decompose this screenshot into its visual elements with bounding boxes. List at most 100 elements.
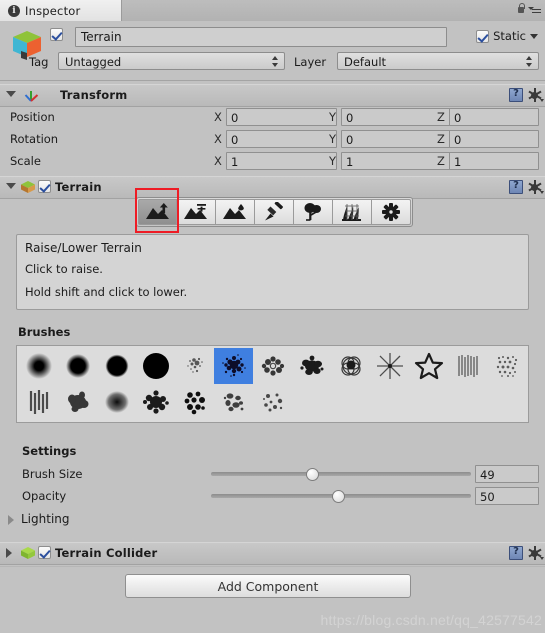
- sparse-dot-brush-icon: [262, 393, 282, 412]
- gear-icon: [382, 203, 400, 221]
- lighting-foldout-row[interactable]: Lighting: [0, 510, 545, 530]
- selected-tool-highlight: [135, 188, 179, 233]
- tab-inspector-label: Inspector: [25, 3, 81, 18]
- transform-header[interactable]: Transform: [0, 84, 545, 107]
- transform-title: Transform: [60, 88, 128, 102]
- splatter-cluster-brush[interactable]: [292, 348, 331, 384]
- terrain-settings-tool[interactable]: [372, 199, 411, 225]
- rotation-z-axis-label: Z: [437, 132, 445, 146]
- terrain-collider-header-actions: [509, 546, 544, 560]
- scale-y-field[interactable]: 1: [341, 152, 452, 170]
- terrain-enabled-checkbox[interactable]: [38, 180, 51, 193]
- sparse-dot-brush[interactable]: [253, 384, 292, 420]
- transform-foldout-icon[interactable]: [6, 91, 16, 97]
- medium-falloff-brush[interactable]: [58, 348, 97, 384]
- help-book-icon[interactable]: [509, 180, 523, 194]
- star-burst-brush[interactable]: [370, 348, 409, 384]
- soft-smudge-brush-icon: [104, 391, 129, 413]
- static-dropdown-icon[interactable]: [530, 33, 538, 39]
- rotation-label: Rotation: [10, 132, 59, 146]
- paint-height-tool[interactable]: [177, 199, 216, 225]
- opacity-row: Opacity 50: [0, 486, 545, 508]
- tag-dropdown-arrows-icon: [272, 56, 279, 68]
- drip-streak-brush[interactable]: [19, 384, 58, 420]
- dot-cluster-brush-icon: [184, 391, 205, 415]
- terrain-foldout-icon[interactable]: [6, 183, 16, 189]
- paint-texture-tool[interactable]: [255, 199, 294, 225]
- brush-row-1: [19, 348, 526, 384]
- gear-icon[interactable]: [527, 546, 544, 560]
- tag-label: Tag: [29, 55, 49, 69]
- terrain-header-actions: [509, 180, 544, 194]
- tool-description-line2: Hold shift and click to lower.: [25, 285, 188, 299]
- star-outline-brush[interactable]: [409, 348, 448, 384]
- position-z-field[interactable]: 0: [449, 108, 539, 126]
- scale-x-field[interactable]: 1: [226, 152, 337, 170]
- brush-size-slider-handle[interactable]: [306, 468, 319, 481]
- add-component-label: Add Component: [217, 578, 319, 594]
- mountain-height-icon: [184, 204, 207, 219]
- rough-smudge-brush[interactable]: [58, 384, 97, 420]
- hard-falloff-brush[interactable]: [97, 348, 136, 384]
- rotation-y-field[interactable]: 0: [341, 130, 452, 148]
- terrain-collider-enabled-checkbox[interactable]: [38, 546, 51, 559]
- terrain-component-header[interactable]: Terrain: [0, 176, 545, 199]
- sparse-speckle-brush[interactable]: [175, 348, 214, 384]
- object-enabled-checkbox[interactable]: [50, 27, 63, 41]
- dense-speckle-brush[interactable]: [214, 348, 253, 384]
- info-icon: i: [8, 4, 20, 17]
- layer-dropdown[interactable]: Default: [337, 52, 539, 70]
- hamburger-menu-icon[interactable]: [528, 4, 541, 14]
- terrain-collider-header[interactable]: Terrain Collider: [0, 542, 545, 565]
- vertical-streak-brush[interactable]: [448, 348, 487, 384]
- soft-falloff-brush[interactable]: [19, 348, 58, 384]
- rotation-x-field[interactable]: 0: [226, 130, 337, 148]
- scale-y-axis-label: Y: [329, 154, 337, 168]
- mountain-smooth-icon: [223, 204, 246, 219]
- help-book-icon[interactable]: [509, 88, 523, 102]
- rotation-y-axis-label: Y: [329, 132, 337, 146]
- fine-noise-brush[interactable]: [487, 348, 526, 384]
- brush-size-row: Brush Size 49: [0, 464, 545, 486]
- scale-z-field[interactable]: 1: [449, 152, 539, 170]
- opacity-slider-handle[interactable]: [332, 490, 345, 503]
- lighting-foldout-icon[interactable]: [8, 515, 14, 525]
- static-checkbox[interactable]: [476, 29, 490, 43]
- scale-z-axis-label: Z: [437, 154, 445, 168]
- object-name-field[interactable]: Terrain: [75, 27, 447, 47]
- rough-smudge-brush-icon: [67, 391, 88, 412]
- position-x-axis-label: X: [214, 110, 222, 124]
- place-trees-tool[interactable]: [294, 199, 333, 225]
- brush-size-label: Brush Size: [22, 467, 83, 481]
- tab-inspector[interactable]: i Inspector: [0, 0, 122, 21]
- terrain-collider-title: Terrain Collider: [55, 546, 158, 560]
- terrain-collider-foldout-icon[interactable]: [6, 548, 12, 558]
- position-z-axis-label: Z: [437, 110, 445, 124]
- overlapping-blobs-brush[interactable]: [331, 348, 370, 384]
- opacity-slider[interactable]: [211, 490, 471, 503]
- help-book-icon[interactable]: [509, 546, 523, 560]
- brush-size-slider[interactable]: [211, 468, 471, 481]
- position-x-field[interactable]: 0: [226, 108, 337, 126]
- solid-round-brush[interactable]: [136, 348, 175, 384]
- scatter-fragment-brush[interactable]: [214, 384, 253, 420]
- smooth-height-tool[interactable]: [216, 199, 255, 225]
- paint-details-tool[interactable]: [333, 199, 372, 225]
- rotation-z-field[interactable]: 0: [449, 130, 539, 148]
- tag-layer-row: Tag Untagged Layer Default: [0, 51, 545, 73]
- object-name-row: Terrain Static: [50, 27, 541, 49]
- add-component-button[interactable]: Add Component: [125, 574, 411, 598]
- cloud-noise-brush[interactable]: [253, 348, 292, 384]
- opacity-value-field[interactable]: 50: [475, 487, 539, 505]
- gear-icon[interactable]: [527, 180, 544, 194]
- medium-falloff-brush-icon: [65, 354, 90, 378]
- dot-cluster-brush[interactable]: [175, 384, 214, 420]
- lock-icon[interactable]: [516, 3, 525, 14]
- tag-dropdown[interactable]: Untagged: [58, 52, 285, 70]
- spiky-cluster-brush[interactable]: [136, 384, 175, 420]
- soft-smudge-brush[interactable]: [97, 384, 136, 420]
- position-y-field[interactable]: 0: [341, 108, 452, 126]
- gear-icon[interactable]: [527, 88, 544, 102]
- brush-size-value-field[interactable]: 49: [475, 465, 539, 483]
- tab-strip: i Inspector: [0, 0, 545, 22]
